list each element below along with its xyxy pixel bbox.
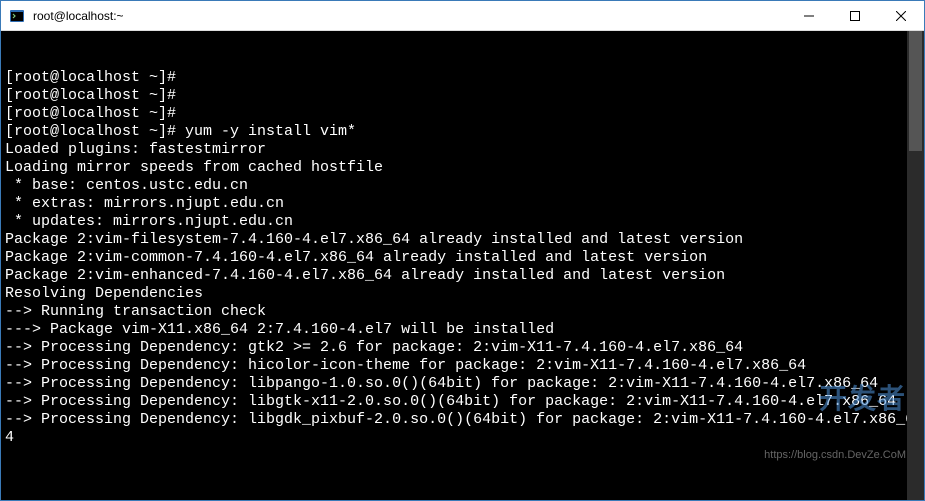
app-icon — [9, 8, 25, 24]
watermark-url: https://blog.csdn.DevZe.CoM — [764, 449, 906, 462]
terminal-area[interactable]: [root@localhost ~]# [root@localhost ~]# … — [1, 31, 924, 500]
maximize-button[interactable] — [832, 1, 878, 30]
minimize-button[interactable] — [786, 1, 832, 30]
terminal-output: [root@localhost ~]# [root@localhost ~]# … — [5, 69, 920, 447]
window-controls — [786, 1, 924, 30]
titlebar-left: root@localhost:~ — [1, 8, 124, 24]
scroll-thumb[interactable] — [909, 31, 922, 151]
titlebar[interactable]: root@localhost:~ — [1, 1, 924, 31]
close-button[interactable] — [878, 1, 924, 30]
scrollbar[interactable] — [907, 31, 924, 500]
terminal-window: root@localhost:~ [root@localhost ~]# [ro… — [0, 0, 925, 501]
window-title: root@localhost:~ — [31, 9, 124, 23]
